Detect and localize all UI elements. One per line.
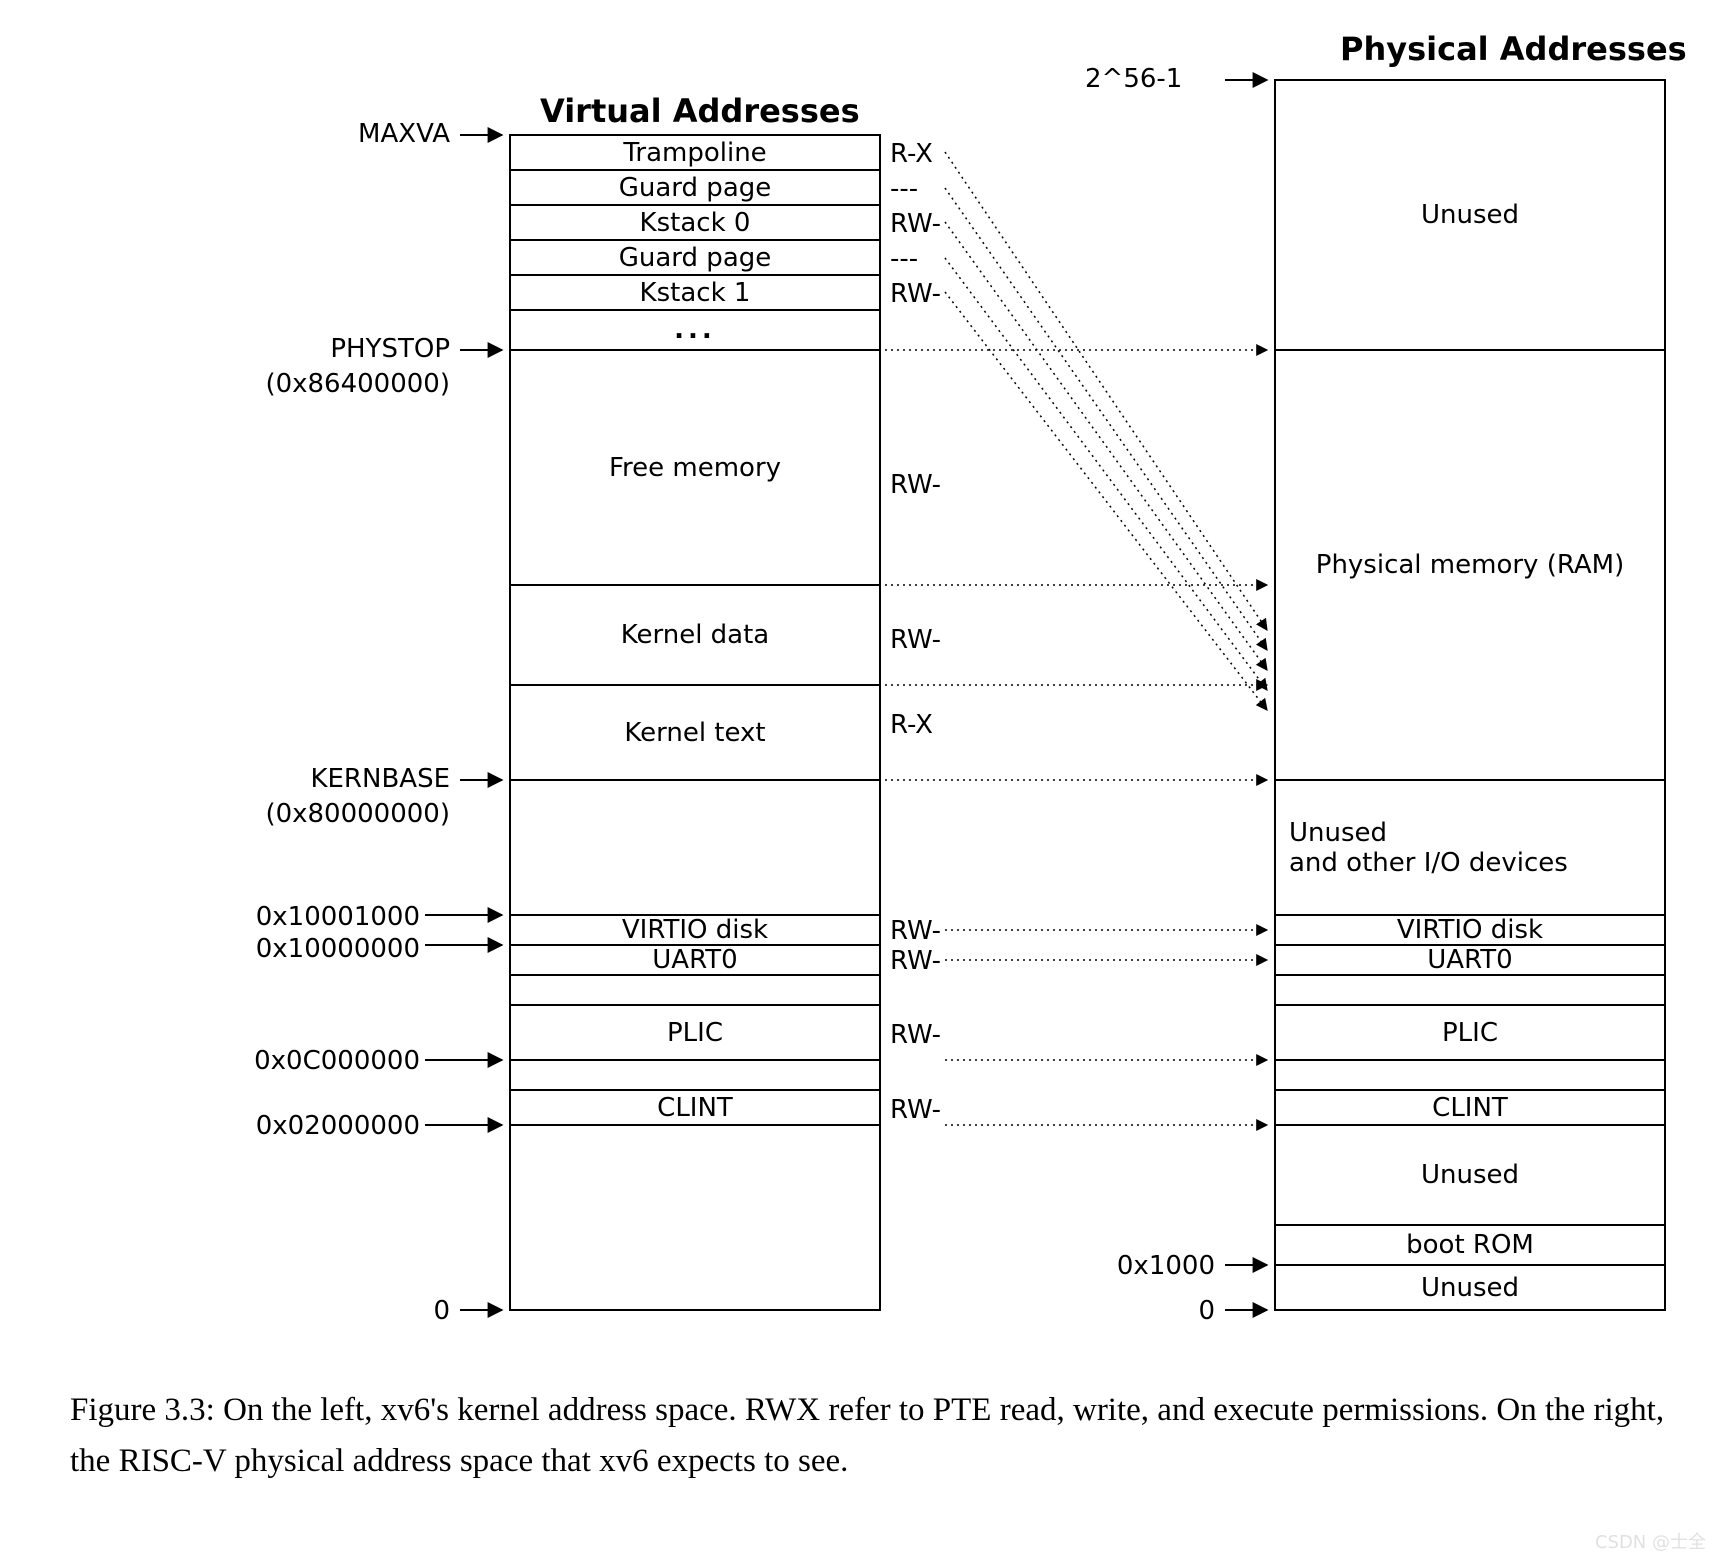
pcell-unused-io: Unused and other I/O devices	[1275, 780, 1679, 915]
pcell-plic: PLIC	[1275, 1005, 1665, 1060]
label-kernbase-hex: (0x80000000)	[250, 800, 450, 830]
label-phystop-hex: (0x86400000)	[250, 370, 450, 400]
virtual-label-arrows	[425, 135, 502, 1310]
perm-kstack1: RW-	[890, 279, 941, 309]
label-zero-v: 0	[350, 1297, 450, 1327]
diagram-stage: Virtual Addresses Physical Addresses 2^5…	[0, 0, 1732, 1568]
cell-kstack1: Kstack 1	[510, 275, 880, 310]
cell-trampoline: Trampoline	[510, 135, 880, 170]
cell-guard1: Guard page	[510, 240, 880, 275]
cell-plic: PLIC	[510, 1005, 880, 1060]
pcell-ram: Physical memory (RAM)	[1275, 350, 1665, 780]
watermark: CSDN @士全	[1595, 1528, 1706, 1554]
perm-guard1: ---	[890, 244, 918, 274]
perm-uart: RW-	[890, 946, 941, 976]
label-zero-p: 0	[1070, 1297, 1215, 1327]
pcell-unused-top: Unused	[1275, 80, 1665, 350]
title-physical: Physical Addresses	[1340, 30, 1687, 68]
perm-kdata: RW-	[890, 625, 941, 655]
perm-trampoline: R-X	[890, 139, 933, 169]
figure-caption: Figure 3.3: On the left, xv6's kernel ad…	[70, 1385, 1670, 1487]
pcell-virtio: VIRTIO disk	[1275, 915, 1665, 945]
perm-ktext: R-X	[890, 710, 933, 740]
cell-uart: UART0	[510, 945, 880, 975]
perm-virtio: RW-	[890, 916, 941, 946]
label-clint-addr: 0x02000000	[230, 1112, 420, 1142]
pcell-unused-bot: Unused	[1275, 1265, 1665, 1310]
perm-clint: RW-	[890, 1095, 941, 1125]
pcell-uart: UART0	[1275, 945, 1665, 975]
cell-guard0: Guard page	[510, 170, 880, 205]
label-uart-addr: 0x10000000	[230, 935, 420, 965]
cell-kstack0: Kstack 0	[510, 205, 880, 240]
mapping-lines	[885, 152, 1267, 1125]
label-plic-addr: 0x0C000000	[230, 1047, 420, 1077]
label-kernbase: KERNBASE	[250, 765, 450, 795]
cell-ktext: Kernel text	[510, 685, 880, 780]
perm-free: RW-	[890, 470, 941, 500]
label-maxva: MAXVA	[250, 120, 450, 150]
cell-clint: CLINT	[510, 1090, 880, 1125]
perm-guard0: ---	[890, 174, 918, 204]
cell-free: Free memory	[510, 350, 880, 585]
cell-dots: ...	[510, 310, 880, 350]
cell-virtio: VIRTIO disk	[510, 915, 880, 945]
pcell-unused-mid: Unused	[1275, 1125, 1665, 1225]
perm-kstack0: RW-	[890, 209, 941, 239]
perm-plic: RW-	[890, 1020, 941, 1050]
cell-kdata: Kernel data	[510, 585, 880, 685]
pcell-bootrom: boot ROM	[1275, 1225, 1665, 1265]
label-bootrom-addr: 0x1000	[1070, 1252, 1215, 1282]
title-virtual: Virtual Addresses	[540, 92, 860, 130]
label-virtio-addr: 0x10001000	[230, 903, 420, 933]
pcell-clint: CLINT	[1275, 1090, 1665, 1125]
label-phystop: PHYSTOP	[250, 335, 450, 365]
label-2to56: 2^56-1	[1085, 65, 1182, 95]
